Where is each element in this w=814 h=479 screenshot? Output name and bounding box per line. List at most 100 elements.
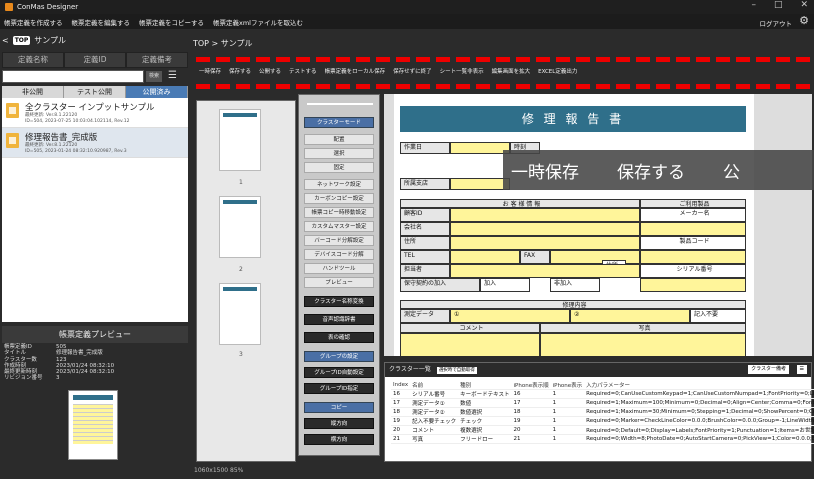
cluster-mode-button[interactable]: クラスターモード (304, 117, 374, 128)
group-setting-button[interactable]: グループの設定 (304, 351, 374, 362)
copy-button[interactable]: コピー (304, 402, 374, 413)
label-customer-id: 顧客ID (400, 208, 450, 222)
fix-button[interactable]: 固定 (304, 162, 374, 173)
table-cell: Required=1;Maximum=30;Minimum=0;Stepping… (584, 407, 814, 417)
menu-create[interactable]: 帳票定義を作成する (4, 17, 63, 27)
list-menu-icon[interactable]: ☰ (796, 365, 807, 374)
photo-field[interactable] (540, 333, 746, 356)
tab-def-id[interactable]: 定義ID (64, 52, 126, 68)
table-row[interactable]: 17 測定データ① 数値 17 1 Required=1;Maximum=100;Mini… (391, 398, 814, 408)
device-code-button[interactable]: デバイスコード分解 (304, 249, 374, 260)
work-date-field[interactable] (450, 142, 510, 154)
back-icon[interactable]: < (2, 36, 9, 45)
label-comment: コメント (400, 323, 540, 333)
barcode-button[interactable]: バーコード分解設定 (304, 235, 374, 246)
no-entry-checkbox[interactable]: 記入不要 (690, 309, 746, 323)
hide-sheets-button[interactable]: シート一覧非表示 (440, 67, 484, 77)
copy-move-button[interactable]: 帳票コピー時移動設定 (304, 207, 374, 218)
measure-2-field[interactable]: ② (570, 309, 690, 323)
definition-list: 全クラスター インプットサンプル 最終更新: Ver.8.1.22120 ID=… (2, 98, 188, 322)
menu-import[interactable]: 帳票定義xmlファイルを取込む (213, 17, 303, 27)
sheet-thumb[interactable] (219, 196, 261, 258)
prop-value: 2023/01/24 08:32:10 (56, 369, 115, 376)
table-row[interactable]: 18 測定データ② 数値選択 18 1 Required=1;Maximum=30;Min… (391, 407, 814, 417)
carbon-copy-button[interactable]: カーボンコピー設定 (304, 193, 374, 204)
customer-id-field[interactable] (450, 208, 640, 222)
address-field[interactable] (450, 236, 640, 250)
custom-master-button[interactable]: カスタムマスター設定 (304, 221, 374, 232)
hand-tool-button[interactable]: ハンドツール (304, 263, 374, 274)
comment-field[interactable] (400, 333, 540, 356)
table-cell: 21 (391, 434, 411, 444)
list-item[interactable]: 全クラスター インプットサンプル 最終更新: Ver.8.1.22120 ID=… (2, 98, 188, 128)
item-title: 修理報告書_完成版 (25, 133, 98, 143)
serial-field[interactable] (640, 278, 746, 292)
fax-field[interactable] (550, 250, 640, 264)
tab-def-name[interactable]: 定義名称 (2, 52, 64, 68)
enlarge-button[interactable]: 編集画面を拡大 (492, 67, 531, 77)
excel-export-button[interactable]: EXCEL定義出力 (538, 67, 577, 77)
zoom-slider[interactable] (307, 103, 373, 105)
sheet-thumb[interactable] (219, 283, 261, 345)
preview-header: 帳票定義プレビュー (2, 326, 188, 343)
table-check-button[interactable]: 表の確認 (304, 332, 374, 343)
tab-def-note[interactable]: 定義備考 (126, 52, 188, 68)
cluster-rename-button[interactable]: クラスター名称変換 (304, 296, 374, 307)
tab-published[interactable]: 公開済み (126, 86, 188, 98)
tab-test-public[interactable]: テスト公開 (64, 86, 126, 98)
minimize-icon[interactable]: – (751, 0, 756, 10)
table-row[interactable]: 16 シリアル番号 キーボードテキスト 16 1 Required=0;CanUseCus… (391, 389, 814, 399)
group-auto-button[interactable]: グループID自動設定 (304, 367, 374, 378)
voice-dict-button[interactable]: 音声認識辞書 (304, 314, 374, 325)
label-address: 住所 (400, 236, 450, 250)
join-option[interactable]: 加入 (480, 278, 530, 292)
group-id-button[interactable]: グループID指定 (304, 383, 374, 394)
table-cell: 複数選択 (458, 425, 512, 435)
maximize-icon[interactable]: □ (774, 0, 783, 10)
menu-copy[interactable]: 帳票定義をコピーする (139, 17, 204, 27)
list-item[interactable]: 修理報告書_完成版 最終更新: Ver.8.1.22120 ID=505, 20… (2, 128, 188, 158)
network-button[interactable]: ネットワーク設定 (304, 179, 374, 190)
gear-icon[interactable]: ⚙ (799, 14, 809, 27)
tab-private[interactable]: 非公開 (2, 86, 64, 98)
branch-field[interactable] (450, 178, 510, 190)
overlay-save: 保存する (617, 162, 685, 183)
auto-select-chip[interactable]: 選択時で自動取得 (436, 367, 477, 374)
table-cell: 1 (550, 407, 585, 417)
local-save-button[interactable]: 帳票定義をローカル保存 (325, 67, 386, 77)
table-cell: 16 (511, 389, 551, 399)
cluster-note-tab[interactable]: クラスター備考 (748, 365, 789, 374)
test-button[interactable]: テストする (289, 67, 317, 77)
staff-field[interactable] (450, 264, 640, 278)
company-field[interactable] (450, 222, 640, 236)
filter-icon[interactable]: ☰ (168, 70, 177, 81)
menu-edit[interactable]: 帳票定義を編集する (72, 17, 131, 27)
table-row[interactable]: 20 コメント 複数選択 20 1 Required=0;Default=0;Displa… (391, 425, 814, 435)
logout-link[interactable]: ログアウト (760, 18, 793, 28)
form-page: 修 理 報 告 書 作業日 時刻 所属支店 お 客 様 情 報 ご利用製品 顧客… (394, 94, 754, 356)
table-row[interactable]: 19 記入不要チェック チェック 19 1 Required=0;Marker=Check… (391, 416, 814, 426)
publish-button[interactable]: 公開する (259, 67, 281, 77)
search-input[interactable] (2, 70, 144, 83)
save-button[interactable]: 保存する (229, 67, 251, 77)
horizontal-button[interactable]: 横方向 (304, 434, 374, 445)
sheet-thumb[interactable] (219, 109, 261, 171)
table-cell: Required=1;Maximum=100;Minimum=0;Decimal… (584, 398, 814, 408)
temp-save-button[interactable]: 一時保存 (199, 67, 221, 77)
tel-field[interactable] (450, 250, 520, 264)
product-code-field[interactable] (640, 250, 746, 264)
search-button[interactable]: 検索 (146, 71, 162, 82)
table-cell: 記入不要チェック (410, 416, 459, 426)
measure-1-field[interactable]: ① (450, 309, 570, 323)
place-button[interactable]: 配置 (304, 134, 374, 145)
close-icon[interactable]: ✕ (800, 0, 808, 10)
exit-button[interactable]: 保存せずに終了 (393, 67, 432, 77)
preview-button[interactable]: プレビュー (304, 277, 374, 288)
top-button[interactable]: TOP (12, 35, 31, 45)
table-row[interactable]: 21 写真 フリードロー 21 1 Required=0;Width=8;PhotoDat… (391, 434, 814, 444)
vertical-button[interactable]: 縦方向 (304, 418, 374, 429)
maker-field[interactable] (640, 222, 746, 236)
not-join-option[interactable]: 非加入 (550, 278, 600, 292)
select-button[interactable]: 選択 (304, 148, 374, 159)
breadcrumb: TOP > サンプル (193, 39, 253, 48)
